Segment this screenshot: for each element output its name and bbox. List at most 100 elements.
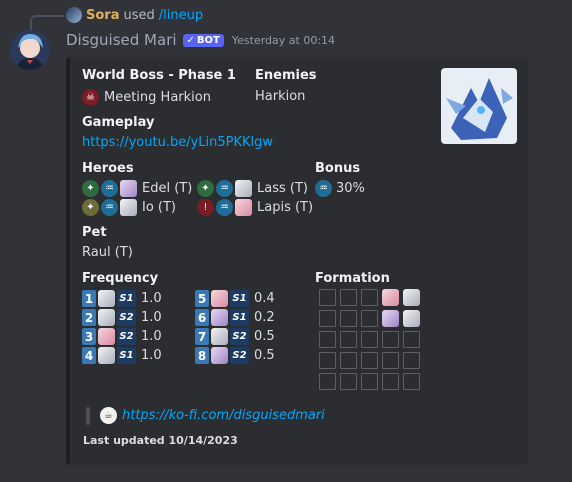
- hero-name: Io (T): [142, 200, 177, 215]
- formation-cell: [340, 289, 357, 306]
- bonus-value: 30%: [336, 181, 365, 196]
- frequency-right: 5 S1 0.4 6 S1 0.2 7 S2 0.5 8 S2 0.5: [195, 289, 275, 365]
- quote-bar: [86, 407, 90, 425]
- frequency-row: 2 S2 1.0: [82, 308, 162, 327]
- hero-entry: ✦ ♒ Edel (T): [82, 179, 192, 198]
- frequency-row: 8 S2 0.5: [195, 346, 275, 365]
- bot-badge-label: BOT: [196, 34, 220, 46]
- formation-cell: [382, 373, 399, 390]
- formation-cell: [340, 331, 357, 348]
- formation-cell: [382, 352, 399, 369]
- green-class-icon: ✦: [82, 180, 99, 197]
- formation-cell: [361, 352, 378, 369]
- reply-username[interactable]: Sora: [86, 8, 119, 23]
- formation-cell: [403, 352, 420, 369]
- red-class-icon: !: [197, 199, 214, 216]
- kofi-link[interactable]: https://ko-fi.com/disguisedmari: [122, 408, 325, 423]
- water-element-icon: ♒: [216, 180, 233, 197]
- skill-badge: S2: [117, 328, 136, 345]
- hero-portrait: [211, 328, 228, 345]
- frequency-row: 3 S2 1.0: [82, 327, 162, 346]
- hero-portrait: [211, 309, 228, 326]
- gameplay-title: Gameplay: [82, 115, 155, 130]
- skill-badge: S1: [117, 347, 136, 364]
- reply-context[interactable]: Sora used /lineup: [66, 6, 203, 24]
- formation-hero: [382, 289, 399, 306]
- order-number: 4: [82, 347, 96, 364]
- enemies-value: Harkion: [255, 89, 306, 104]
- message-username[interactable]: Disguised Mari: [66, 31, 177, 49]
- formation-cell: [361, 310, 378, 327]
- bot-badge: ✓ BOT: [182, 33, 224, 47]
- embed: World Boss - Phase 1 ☠ Meeting Harkion E…: [66, 57, 528, 465]
- reply-used-text: used: [123, 7, 155, 23]
- hero-entry: ✦ ♒ Lass (T): [197, 179, 313, 198]
- formation-cell: [403, 373, 420, 390]
- formation-cell: [319, 289, 336, 306]
- hero-portrait: [98, 290, 115, 307]
- hero-portrait: [120, 180, 137, 197]
- hero-portrait: [98, 347, 115, 364]
- hero-portrait: [211, 290, 228, 307]
- formation-cell: [340, 352, 357, 369]
- formation-cell: [361, 373, 378, 390]
- olive-class-icon: ✦: [82, 199, 99, 216]
- formation-hero: [403, 310, 420, 327]
- hero-name: Edel (T): [142, 181, 193, 196]
- order-number: 2: [82, 309, 96, 326]
- order-number: 8: [195, 347, 209, 364]
- order-number: 3: [82, 328, 96, 345]
- hero-portrait: [235, 180, 252, 197]
- frequency-left: 1 S1 1.0 2 S2 1.0 3 S2 1.0 4 S1 1.0: [82, 289, 162, 365]
- frequency-value: 1.0: [141, 310, 162, 325]
- skill-badge: S1: [117, 290, 136, 307]
- frequency-value: 1.0: [141, 348, 162, 363]
- pet-value: Raul (T): [82, 245, 133, 260]
- order-number: 7: [195, 328, 209, 345]
- enemies-title: Enemies: [255, 68, 317, 83]
- boss-field: ☠ Meeting Harkion: [82, 88, 211, 107]
- pet-title: Pet: [82, 225, 107, 240]
- skill-badge: S2: [230, 328, 249, 345]
- boss-icon: ☠: [82, 89, 99, 106]
- timestamp[interactable]: Yesterday at 00:14: [232, 34, 335, 47]
- hero-entry: ! ♒ Lapis (T): [197, 198, 313, 217]
- hero-name: Lass (T): [257, 181, 308, 196]
- boss-thumbnail[interactable]: [441, 68, 517, 144]
- heroes-list-right: ✦ ♒ Lass (T) ! ♒ Lapis (T): [197, 179, 313, 217]
- hero-portrait: [211, 347, 228, 364]
- skill-badge: S2: [117, 309, 136, 326]
- hero-portrait: [235, 199, 252, 216]
- frequency-value: 1.0: [141, 291, 162, 306]
- frequency-row: 5 S1 0.4: [195, 289, 275, 308]
- hero-name: Lapis (T): [257, 200, 314, 215]
- hero-portrait: [98, 328, 115, 345]
- heroes-title: Heroes: [82, 161, 134, 176]
- water-element-icon: ♒: [101, 180, 118, 197]
- coffee-cup-icon: ☕: [100, 407, 117, 424]
- green-class-icon: ✦: [197, 180, 214, 197]
- formation-cell: [319, 373, 336, 390]
- formation-cell: [319, 352, 336, 369]
- frequency-row: 4 S1 1.0: [82, 346, 162, 365]
- kofi-line: ☕ https://ko-fi.com/disguisedmari: [100, 407, 325, 424]
- formation-cell: [340, 373, 357, 390]
- water-element-icon: ♒: [216, 199, 233, 216]
- order-number: 5: [195, 290, 209, 307]
- reply-command[interactable]: /lineup: [159, 8, 203, 23]
- reply-connector: [30, 15, 64, 31]
- bonus-title: Bonus: [315, 161, 361, 176]
- hero-portrait: [98, 309, 115, 326]
- reply-avatar[interactable]: [66, 7, 82, 23]
- avatar[interactable]: [10, 30, 50, 70]
- order-number: 1: [82, 290, 96, 307]
- formation-cell: [403, 331, 420, 348]
- hero-entry: ✦ ♒ Io (T): [82, 198, 192, 217]
- gameplay-link[interactable]: https://youtu.be/yLin5PKKlgw: [82, 135, 273, 150]
- frequency-title: Frequency: [82, 271, 159, 286]
- skill-badge: S1: [230, 309, 249, 326]
- bonus-field: ♒ 30%: [315, 179, 365, 198]
- formation-hero: [382, 310, 399, 327]
- formation-hero: [403, 289, 420, 306]
- hero-portrait: [120, 199, 137, 216]
